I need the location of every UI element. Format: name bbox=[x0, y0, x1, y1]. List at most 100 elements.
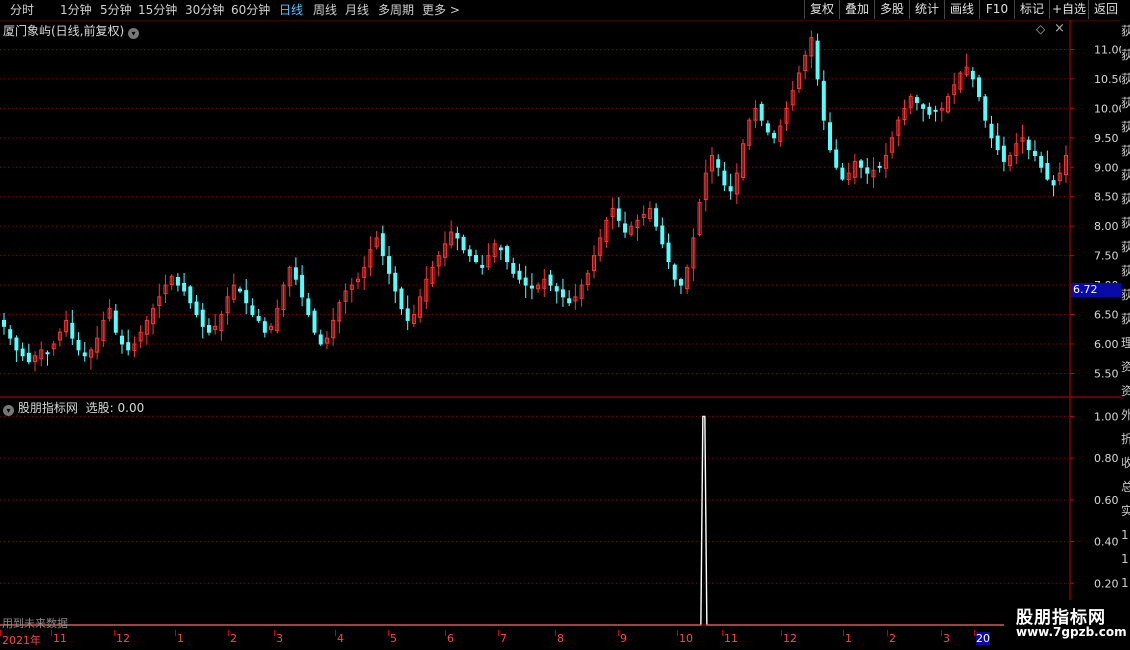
date-tick bbox=[941, 630, 942, 636]
candle-body bbox=[970, 70, 975, 80]
side-panel-glyph: 荻 bbox=[1121, 48, 1130, 62]
candle-body bbox=[840, 167, 845, 180]
candle-body bbox=[380, 233, 385, 257]
date-tick bbox=[114, 630, 115, 636]
add-watchlist-button[interactable]: +自选 bbox=[1049, 0, 1088, 19]
candle-body bbox=[45, 352, 50, 355]
date-label: 3 bbox=[943, 632, 950, 645]
candle-body bbox=[387, 256, 392, 274]
tab-5min[interactable]: 5分钟 bbox=[100, 2, 132, 18]
statistics-button[interactable]: 统计 bbox=[909, 0, 944, 19]
price-tick-label: 10.50 bbox=[1094, 73, 1121, 86]
date-label: 8 bbox=[557, 632, 564, 645]
date-label: 1 bbox=[845, 632, 852, 645]
candle-body bbox=[480, 264, 485, 268]
multi-stock-button[interactable]: 多股 bbox=[874, 0, 909, 19]
date-tick bbox=[0, 630, 1, 636]
side-panel-glyph: 1 bbox=[1121, 528, 1129, 542]
candle-body bbox=[76, 339, 81, 351]
date-label: 9 bbox=[620, 632, 627, 645]
candle-body bbox=[511, 262, 516, 274]
mark-button[interactable]: 标记 bbox=[1014, 0, 1049, 19]
tab-fenshi[interactable]: 分时 bbox=[10, 2, 34, 18]
indicator-tick-label: 0.60 bbox=[1094, 494, 1119, 507]
candle-body bbox=[865, 167, 870, 174]
side-panel-glyph: 荻 bbox=[1121, 96, 1130, 110]
restore-rights-button[interactable]: 复权 bbox=[804, 0, 839, 19]
candle-body bbox=[759, 103, 764, 121]
tab-weekly[interactable]: 周线 bbox=[313, 2, 337, 18]
candle-body bbox=[206, 325, 211, 333]
tab-multi-period[interactable]: 多周期 bbox=[378, 2, 414, 18]
draw-line-button[interactable]: 画线 bbox=[944, 0, 979, 19]
tab-30min[interactable]: 30分钟 bbox=[185, 2, 224, 18]
candle-body bbox=[300, 274, 305, 298]
diamond-icon[interactable]: ◇ bbox=[1036, 22, 1045, 36]
candle-body bbox=[623, 223, 628, 233]
indicator-title[interactable]: ▾ 股朋指标网 选股: 0.00 bbox=[3, 399, 144, 416]
candle-body bbox=[529, 285, 534, 289]
side-panel-glyph: 实 bbox=[1121, 504, 1130, 518]
tab-daily[interactable]: 日线 bbox=[279, 2, 303, 18]
candle-body bbox=[977, 77, 982, 98]
date-tick bbox=[228, 630, 229, 636]
overlay-button[interactable]: 叠加 bbox=[839, 0, 874, 19]
price-axis: 11.0010.5010.009.509.008.508.007.507.006… bbox=[0, 20, 1121, 630]
price-tick-label: 7.50 bbox=[1094, 250, 1119, 263]
watermark-url: www.7gpzb.com bbox=[1016, 625, 1127, 639]
price-tick-label: 8.50 bbox=[1094, 191, 1119, 204]
back-button[interactable]: 返回 bbox=[1088, 0, 1123, 19]
main-chart-title[interactable]: 厦门象屿(日线,前复权) ▾ bbox=[3, 22, 140, 39]
price-tick-label: 9.50 bbox=[1094, 132, 1119, 145]
date-tick bbox=[388, 630, 389, 636]
candle-body bbox=[815, 40, 820, 80]
candle-body bbox=[765, 123, 770, 133]
candle-body bbox=[312, 310, 317, 333]
tab-60min[interactable]: 60分钟 bbox=[231, 2, 270, 18]
candle-body bbox=[14, 337, 19, 351]
date-tick bbox=[498, 630, 499, 636]
candle-body bbox=[517, 270, 522, 280]
candle-body bbox=[393, 272, 398, 292]
candle-body bbox=[660, 225, 665, 245]
tab-monthly[interactable]: 月线 bbox=[345, 2, 369, 18]
side-panel-glyph: 荻 bbox=[1121, 72, 1130, 86]
date-label: 6 bbox=[447, 632, 454, 645]
candle-body bbox=[498, 247, 503, 251]
price-tick-label: 10.00 bbox=[1094, 102, 1121, 115]
candle-body bbox=[666, 242, 671, 263]
indicator-tick-label: 1.00 bbox=[1094, 410, 1119, 423]
side-panel-glyph: 荻 bbox=[1121, 168, 1130, 182]
f10-button[interactable]: F10 bbox=[979, 0, 1014, 19]
candle-body bbox=[20, 348, 25, 357]
date-label: 20 bbox=[976, 632, 990, 645]
date-label: 11 bbox=[53, 632, 67, 645]
candle-body bbox=[1026, 139, 1031, 151]
candle-body bbox=[1045, 163, 1050, 180]
candle-body bbox=[523, 277, 528, 286]
indicator-tick-label: 0.40 bbox=[1094, 536, 1119, 549]
date-tick bbox=[722, 630, 723, 636]
chart-canvas[interactable]: 11.0010.5010.009.509.008.508.007.507.006… bbox=[0, 20, 1121, 650]
price-tick-label: 6.50 bbox=[1094, 309, 1119, 322]
candle-body bbox=[989, 123, 994, 139]
candle-body bbox=[722, 170, 727, 186]
chevron-down-icon[interactable]: ▾ bbox=[128, 28, 140, 39]
candle-body bbox=[1001, 145, 1006, 162]
side-panel-glyph: 总 bbox=[1121, 480, 1130, 494]
chevron-down-icon[interactable]: ▾ bbox=[3, 405, 14, 416]
tab-15min[interactable]: 15分钟 bbox=[138, 2, 177, 18]
date-tick bbox=[445, 630, 446, 636]
current-price-tag: 6.72 bbox=[1071, 283, 1123, 297]
candle-body bbox=[505, 246, 510, 263]
close-icon[interactable]: × bbox=[1054, 21, 1065, 36]
candle-body bbox=[399, 288, 404, 310]
candle-body bbox=[859, 160, 864, 168]
date-tick bbox=[335, 630, 336, 636]
tab-1min[interactable]: 1分钟 bbox=[60, 2, 92, 18]
date-tick bbox=[175, 630, 176, 636]
candle-body bbox=[828, 122, 832, 151]
candle-body bbox=[405, 308, 410, 321]
tab-more[interactable]: 更多 > bbox=[422, 2, 460, 18]
candle-body bbox=[548, 274, 553, 286]
